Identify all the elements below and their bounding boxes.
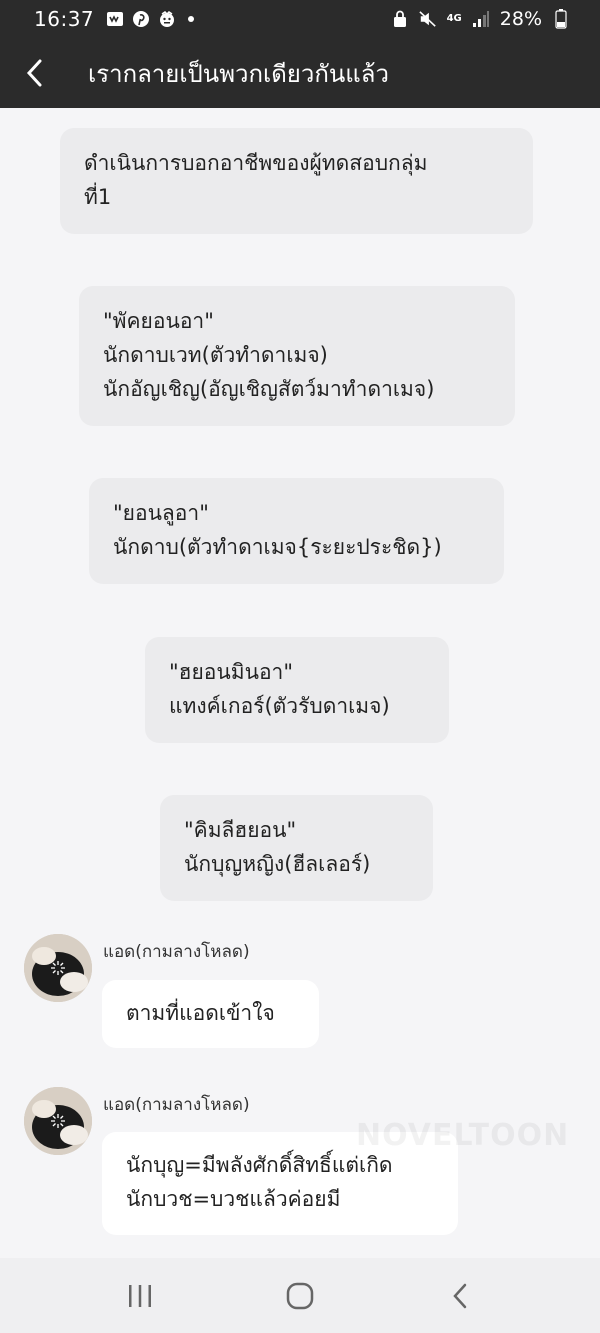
system-status-icons: 4G 28% bbox=[391, 8, 570, 30]
narration-bubble: "ยอนลูอา" นักดาบ(ตัวทำดาเมจ{ระยะประชิด}) bbox=[89, 478, 504, 584]
narration-bubble: "ฮยอนมินอา" แทงค์เกอร์(ตัวรับดาเมจ) bbox=[145, 637, 449, 743]
status-bar: 16:37 4G 28% bbox=[0, 0, 600, 38]
noveltoon-watermark: NOVELTOON bbox=[356, 1118, 570, 1153]
narration-bubble: ดำเนินการบอกอาชีพของผู้ทดสอบกลุ่ม ที่1 bbox=[60, 128, 533, 234]
sender-name: แอด(กามลางโหลด) bbox=[103, 1095, 250, 1115]
avatar[interactable] bbox=[24, 1087, 92, 1155]
battery-icon bbox=[552, 9, 570, 29]
sender-name: แอด(กามลางโหลด) bbox=[103, 942, 250, 962]
battery-percent: 28% bbox=[499, 8, 542, 30]
narration-bubble: "คิมลีฮยอน" นักบุญหญิง(ฮีลเลอร์) bbox=[160, 795, 433, 901]
home-icon bbox=[286, 1282, 314, 1309]
status-time: 16:37 bbox=[34, 7, 95, 31]
back-arrow-icon bbox=[453, 1283, 467, 1308]
chat-area[interactable]: ดำเนินการบอกอาชีพของผู้ทดสอบกลุ่ม ที่1 "… bbox=[0, 108, 600, 1258]
home-button[interactable] bbox=[270, 1271, 330, 1321]
recent-apps-icon bbox=[129, 1284, 151, 1307]
lock-rotation-icon bbox=[391, 10, 409, 28]
webtoon-app-icon bbox=[106, 10, 124, 28]
back-nav-button[interactable] bbox=[430, 1271, 490, 1321]
narration-bubble: "พัคยอนอา" นักดาบเวท(ตัวทำดาเมจ) นักอัญเ… bbox=[79, 286, 515, 426]
chapter-title: เรากลายเป็นพวกเดียวกันแล้ว bbox=[88, 59, 389, 88]
app-header: เรากลายเป็นพวกเดียวกันแล้ว bbox=[0, 38, 600, 108]
avatar[interactable] bbox=[24, 934, 92, 1002]
signal-icon bbox=[472, 10, 490, 28]
pinterest-icon bbox=[132, 10, 150, 28]
recent-apps-button[interactable] bbox=[110, 1271, 170, 1321]
network-label: 4G bbox=[446, 13, 462, 24]
back-button[interactable] bbox=[8, 43, 60, 103]
more-notifications-dot bbox=[188, 16, 195, 22]
network-4g-icon: 4G bbox=[447, 10, 462, 28]
chevron-left-icon bbox=[26, 59, 42, 87]
character-app-icon bbox=[158, 10, 176, 28]
mute-icon bbox=[418, 10, 437, 28]
system-nav-bar bbox=[0, 1258, 600, 1333]
comment-bubble: ตามที่แอดเข้าใจ bbox=[102, 980, 319, 1048]
notification-icons bbox=[106, 10, 195, 28]
